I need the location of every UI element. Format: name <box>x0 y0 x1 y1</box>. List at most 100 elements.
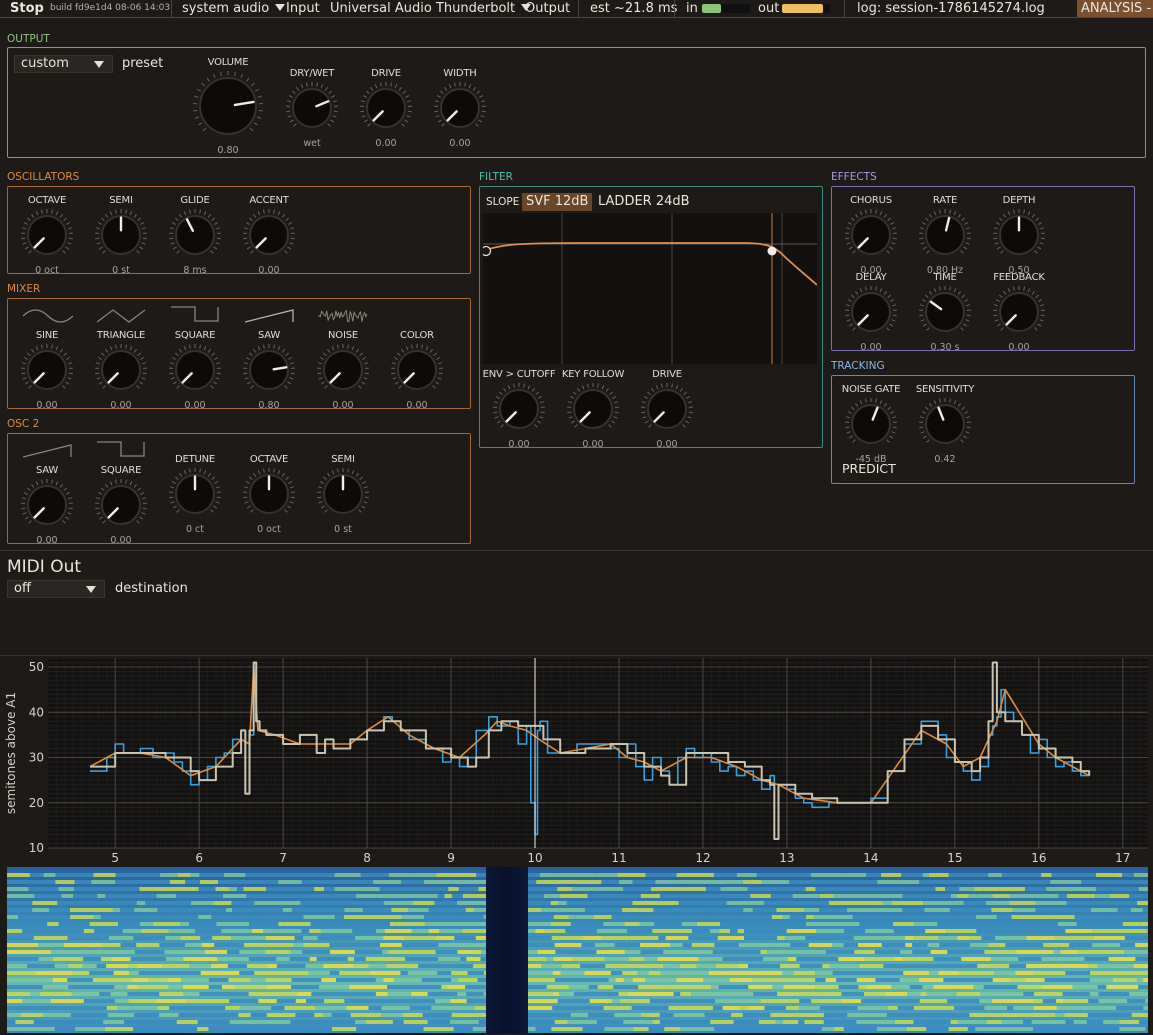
filter-hp-handle[interactable] <box>483 245 492 257</box>
knob-dial[interactable] <box>81 477 161 533</box>
knob-dial[interactable] <box>831 284 911 340</box>
knob-label: FEEDBACK <box>993 272 1045 283</box>
knob-label: WIDTH <box>443 68 477 79</box>
knob-dial[interactable] <box>7 342 87 398</box>
knob-dial[interactable] <box>627 381 707 437</box>
knob-dial[interactable] <box>81 207 161 263</box>
knob-dial[interactable] <box>553 381 633 437</box>
osc-semi-knob[interactable]: SEMI 0 st <box>81 195 161 295</box>
mixer-saw-knob[interactable]: SAW 0.80 <box>229 330 309 430</box>
knob-dial[interactable] <box>155 342 235 398</box>
latency-readout: est ~21.8 ms <box>590 1 678 16</box>
knob-dial[interactable] <box>81 342 161 398</box>
knob-value: 0.00 <box>258 265 280 276</box>
y-tick-label: 10 <box>29 841 44 855</box>
pitch-chart[interactable]: 10 20 30 40 50 5 6 7 8 9 10 11 12 13 14 15 16 17 semitones… <box>0 656 1153 866</box>
audio-source-select[interactable]: system audio <box>182 1 286 16</box>
input-device-select[interactable]: Universal Audio Thunderbolt <box>330 1 532 16</box>
midi-out-select[interactable]: off <box>7 580 105 598</box>
output-dry-wet-knob[interactable]: DRY/WET wet <box>272 68 352 168</box>
x-tick-label: 13 <box>779 851 794 865</box>
knob-label: DRY/WET <box>289 68 335 79</box>
knob-dial[interactable] <box>303 466 383 522</box>
slope-label: SLOPE <box>486 196 520 208</box>
x-tick-label: 8 <box>363 851 371 865</box>
knob-dial[interactable] <box>188 69 268 143</box>
x-tick-label: 12 <box>695 851 710 865</box>
predict-toggle[interactable]: PREDICT <box>842 461 896 476</box>
mixer-noise-knob[interactable]: NOISE 0.00 <box>303 330 383 430</box>
knob-label: OCTAVE <box>27 195 67 206</box>
effects-time-knob[interactable]: TIME 0.30 s <box>905 272 985 372</box>
knob-value: 0 oct <box>257 524 281 535</box>
saw-wave-icon <box>22 444 72 458</box>
midi-out-title: MIDI Out <box>7 557 82 577</box>
slope-option-ladder[interactable]: LADDER 24dB <box>598 194 690 209</box>
knob-label: TRIANGLE <box>96 330 146 341</box>
effects-feedback-knob[interactable]: FEEDBACK 0.00 <box>979 272 1059 372</box>
knob-dial[interactable] <box>346 80 426 136</box>
knob-dial[interactable] <box>155 207 235 263</box>
knob-dial[interactable] <box>479 381 559 437</box>
knob-dial[interactable] <box>420 80 500 136</box>
output-width-knob[interactable]: WIDTH 0.00 <box>420 68 500 168</box>
osc-glide-knob[interactable]: GLIDE 8 ms <box>155 195 235 295</box>
y-tick-label: 20 <box>29 796 44 810</box>
effects-delay-knob[interactable]: DELAY 0.00 <box>831 272 911 372</box>
osc2-detune-knob[interactable]: DETUNE 0 ct <box>155 454 235 554</box>
knob-value: 0 ct <box>185 524 204 535</box>
top-toolbar: Stop build fd9e1d4 08-06 14:03 system au… <box>0 0 1153 18</box>
stop-button[interactable]: Stop <box>10 1 44 16</box>
knob-dial[interactable] <box>905 284 985 340</box>
knob-label: TIME <box>933 272 957 283</box>
knob-dial[interactable] <box>272 80 352 136</box>
filter-drive-knob[interactable]: DRIVE 0.00 <box>627 369 707 469</box>
out-level-meter <box>782 4 830 13</box>
mixer-color-knob[interactable]: COLOR 0.00 <box>377 330 457 430</box>
mixer-square-knob[interactable]: SQUARE 0.00 <box>155 330 235 430</box>
knob-dial[interactable] <box>979 284 1059 340</box>
output-drive-knob[interactable]: DRIVE 0.00 <box>346 68 426 168</box>
analysis-toggle[interactable]: ANALYSIS - <box>1077 0 1153 17</box>
knob-value: 0.42 <box>934 454 956 465</box>
knob-dial[interactable] <box>7 477 87 533</box>
knob-label: GLIDE <box>180 195 210 206</box>
knob-value: 0 oct <box>35 265 59 276</box>
osc2-octave-knob[interactable]: OCTAVE 0 oct <box>229 454 309 554</box>
oscillators-section-title: OSCILLATORS <box>7 171 80 183</box>
output-label: Output <box>525 1 571 16</box>
filter-response-graph[interactable] <box>483 213 817 364</box>
slope-option-svf[interactable]: SVF 12dB <box>522 193 593 211</box>
knob-value: 0 st <box>334 524 352 535</box>
output-volume-knob[interactable]: VOLUME 0.80 <box>188 57 268 157</box>
preset-select[interactable]: custom <box>14 55 113 73</box>
osc-accent-knob[interactable]: ACCENT 0.00 <box>229 195 309 295</box>
knob-dial[interactable] <box>229 207 309 263</box>
knob-dial[interactable] <box>831 396 911 452</box>
knob-dial[interactable] <box>979 207 1059 263</box>
mixer-triangle-knob[interactable]: TRIANGLE 0.00 <box>81 330 161 430</box>
knob-dial[interactable] <box>377 342 457 398</box>
knob-label: DRIVE <box>371 68 401 79</box>
x-tick-label: 16 <box>1031 851 1046 865</box>
knob-dial[interactable] <box>7 207 87 263</box>
osc2-semi-knob[interactable]: SEMI 0 st <box>303 454 383 554</box>
tracking-sensitivity-knob[interactable]: SENSITIVITY 0.42 <box>905 384 985 484</box>
x-tick-label: 17 <box>1115 851 1130 865</box>
knob-label: CHORUS <box>850 195 892 206</box>
filter-key-follow-knob[interactable]: KEY FOLLOW 0.00 <box>553 369 633 469</box>
knob-label: ACCENT <box>249 195 289 206</box>
osc2-section-title: OSC 2 <box>7 418 40 430</box>
knob-dial[interactable] <box>905 207 985 263</box>
mixer-sine-knob[interactable]: SINE 0.00 <box>7 330 87 430</box>
triangle-wave-icon <box>96 309 146 323</box>
knob-dial[interactable] <box>229 466 309 522</box>
knob-dial[interactable] <box>831 207 911 263</box>
osc-octave-knob[interactable]: OCTAVE 0 oct <box>7 195 87 295</box>
filter-env-cutoff-knob[interactable]: ENV > CUTOFF 0.00 <box>479 369 559 469</box>
knob-dial[interactable] <box>229 342 309 398</box>
knob-dial[interactable] <box>303 342 383 398</box>
knob-dial[interactable] <box>155 466 235 522</box>
knob-dial[interactable] <box>905 396 985 452</box>
filter-cutoff-handle[interactable] <box>767 246 777 256</box>
